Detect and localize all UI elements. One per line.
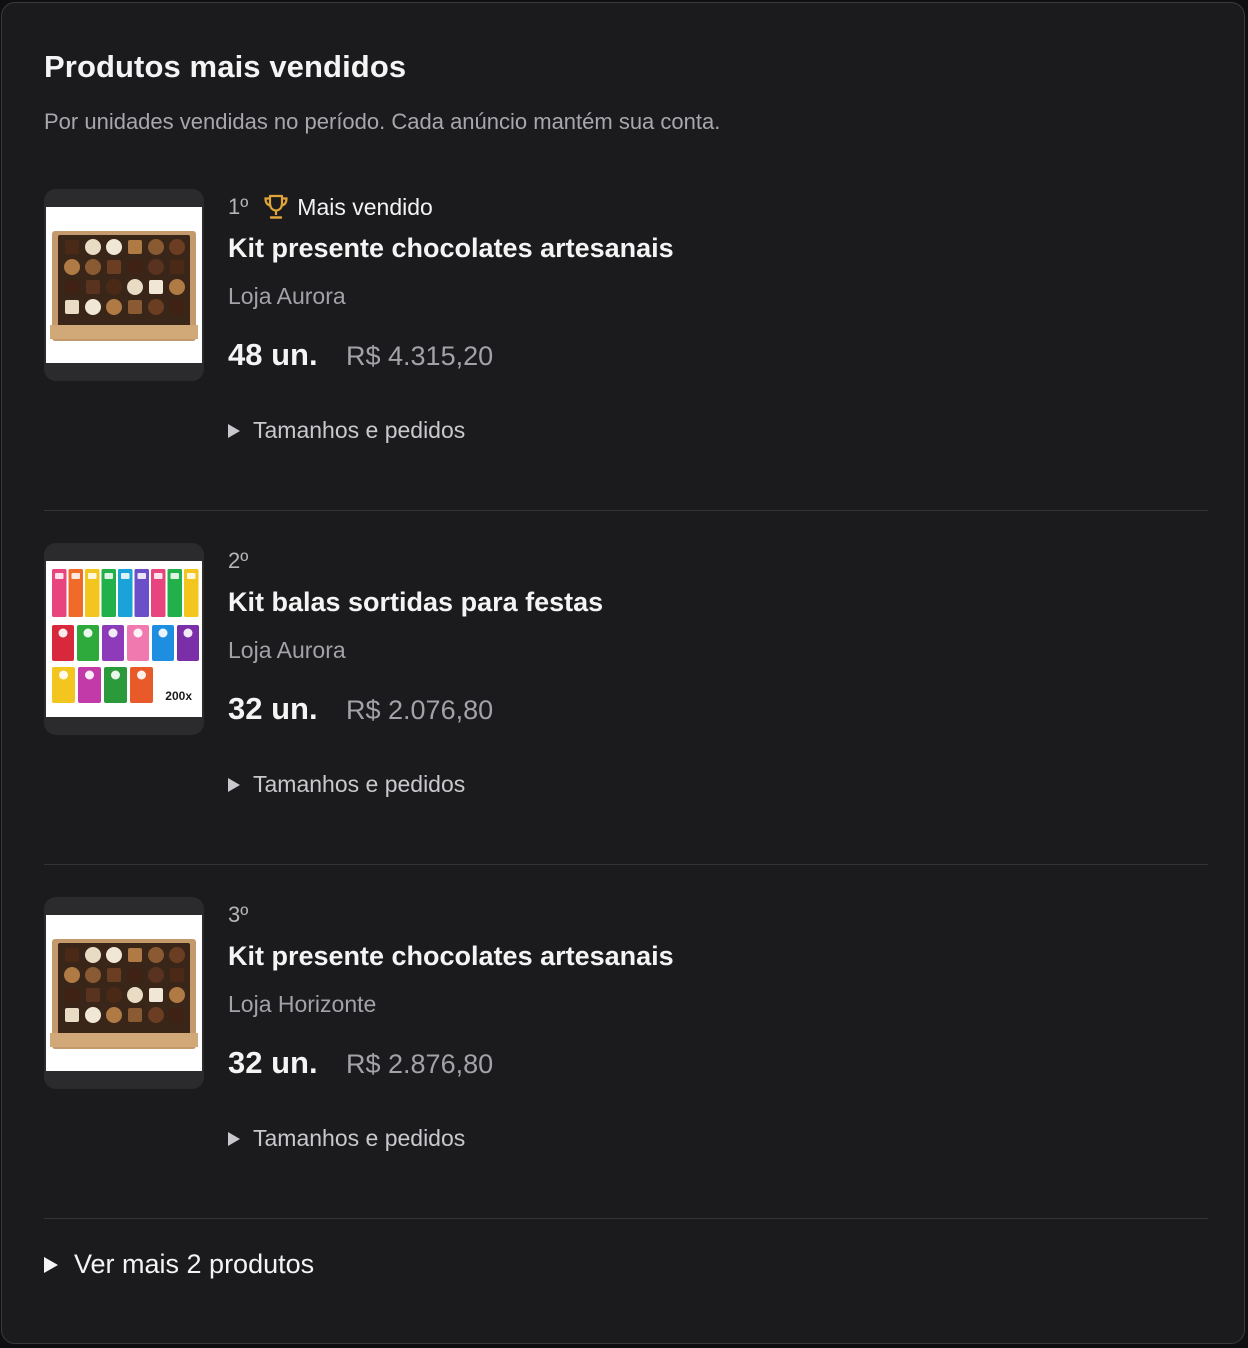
product-thumbnail[interactable] [44,897,204,1089]
expand-triangle-icon [44,1256,58,1273]
expand-triangle-icon [228,1131,240,1146]
rank-label: 2º [228,548,249,573]
best-seller-badge: Mais vendido [262,194,433,221]
expand-triangle-icon [228,423,240,438]
units-sold: 32 un. [228,691,318,726]
product-item: 200x 2º Kit balas sortidas para festas L… [44,543,1208,863]
product-item: 3º Kit presente chocolates artesanais Lo… [44,897,1208,1217]
show-more-label: Ver mais 2 produtos [74,1249,315,1279]
divider [44,510,1208,511]
units-sold: 48 un. [228,337,318,372]
rank-label: 3º [228,902,249,927]
sizes-orders-label: Tamanhos e pedidos [253,1125,466,1151]
units-sold: 32 un. [228,1045,318,1080]
card-subtitle: Por unidades vendidas no período. Cada a… [44,109,721,134]
show-more-products-button[interactable]: Ver mais 2 produtos [44,1249,314,1280]
product-name: Kit balas sortidas para festas [228,587,604,617]
rank-label: 1º [228,194,249,219]
store-name: Loja Aurora [228,637,346,663]
revenue: R$ 2.076,80 [346,695,494,725]
top-products-card: Produtos mais vendidos Por unidades vend… [1,2,1245,1344]
product-thumbnail[interactable]: 200x [44,543,204,735]
product-name: Kit presente chocolates artesanais [228,233,674,263]
revenue: R$ 2.876,80 [346,1049,494,1079]
product-image-chocolate-box [46,207,202,363]
product-name: Kit presente chocolates artesanais [228,941,674,971]
sizes-orders-label: Tamanhos e pedidos [253,771,466,797]
sizes-orders-toggle[interactable]: Tamanhos e pedidos [228,771,465,798]
revenue: R$ 4.315,20 [346,341,494,371]
sizes-orders-toggle[interactable]: Tamanhos e pedidos [228,417,465,444]
product-image-chocolate-box [46,915,202,1071]
expand-triangle-icon [228,777,240,792]
product-thumbnail[interactable] [44,189,204,381]
store-name: Loja Aurora [228,283,346,309]
divider [44,1218,1208,1219]
store-name: Loja Horizonte [228,991,377,1017]
card-title: Produtos mais vendidos [44,49,407,84]
best-seller-label: Mais vendido [297,193,433,220]
product-image-candy-assortment: 200x [46,561,202,717]
sizes-orders-label: Tamanhos e pedidos [253,417,466,443]
divider [44,864,1208,865]
sizes-orders-toggle[interactable]: Tamanhos e pedidos [228,1125,465,1152]
trophy-icon [262,194,290,220]
pack-count-label: 200x [165,689,192,703]
product-item: 1º Mais vendido Kit presente chocolates … [44,189,1208,509]
